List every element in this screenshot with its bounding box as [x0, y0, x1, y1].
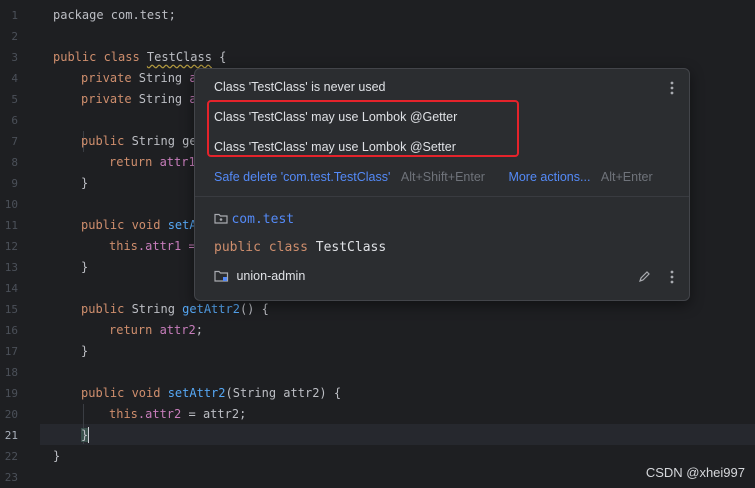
- more-actions-link[interactable]: More actions...: [508, 170, 590, 184]
- brace: }: [81, 260, 89, 274]
- code-line-12[interactable]: this.attr1 =: [109, 236, 196, 257]
- line-number: 15: [4, 303, 18, 316]
- punctuation: (String attr2) {: [225, 386, 342, 400]
- punctuation: ;: [195, 323, 203, 337]
- field: attr2: [159, 323, 196, 337]
- kebab-menu-icon[interactable]: [670, 81, 674, 97]
- line-number: 7: [11, 135, 18, 148]
- keyword: public void: [81, 386, 168, 400]
- line-number: 20: [4, 408, 18, 421]
- keyword: this: [109, 407, 138, 421]
- code-line-3[interactable]: public class TestClass {: [53, 47, 226, 68]
- line-number: 3: [11, 51, 18, 64]
- line-number: 2: [11, 30, 18, 43]
- action-lombok-getter[interactable]: Class 'TestClass' may use Lombok @Getter: [214, 110, 457, 124]
- line-number: 6: [11, 114, 18, 127]
- brace: }: [81, 344, 89, 358]
- package-folder-icon: [214, 212, 228, 227]
- keyword: public class: [53, 50, 147, 64]
- line-number: 23: [4, 471, 18, 484]
- brace: }: [53, 449, 61, 463]
- code-line-15[interactable]: public String getAttr2() {: [81, 299, 269, 320]
- line-number: 4: [11, 72, 18, 85]
- package-row[interactable]: com.test: [214, 212, 294, 227]
- line-number-gutter: 1 2 3 4 5 6 7 8 9 10 11 12 13 14 15 16 17 18 19 20 21 22 23: [0, 0, 40, 488]
- line-number: 16: [4, 324, 18, 337]
- keyword: public void: [81, 218, 168, 232]
- code-line-4[interactable]: private String a: [81, 68, 197, 89]
- module-name: union-admin: [236, 269, 306, 284]
- inspection-popup[interactable]: Class 'TestClass' is never used Class 'T…: [194, 68, 690, 301]
- keyword: private: [81, 92, 139, 106]
- code-line-9[interactable]: }: [81, 173, 88, 194]
- line-number: 22: [4, 450, 18, 463]
- code-line-16[interactable]: return attr2;: [109, 320, 203, 341]
- line-number: 1: [11, 9, 18, 22]
- field: .attr1 =: [137, 239, 196, 253]
- keyword: return: [109, 155, 160, 169]
- code-line-22[interactable]: }: [53, 446, 60, 467]
- keyword: private: [81, 71, 139, 85]
- line-number: 21: [4, 429, 18, 442]
- line-number: 17: [4, 345, 18, 358]
- type: String: [138, 71, 190, 85]
- pencil-icon[interactable]: [638, 270, 651, 286]
- line-number: 19: [4, 387, 18, 400]
- code-line-13[interactable]: }: [81, 257, 88, 278]
- punctuation: () {: [239, 302, 269, 316]
- code-line-1[interactable]: package com.test;: [53, 5, 176, 26]
- watermark: CSDN @xhei997: [645, 465, 745, 480]
- text-caret: [88, 427, 89, 443]
- code-line-5[interactable]: private String a: [81, 89, 197, 110]
- line-number: 10: [4, 198, 18, 211]
- keyword: public: [81, 302, 132, 316]
- package-statement: package com.test;: [53, 8, 176, 22]
- line-number: 14: [4, 282, 18, 295]
- brace: {: [211, 50, 227, 64]
- declaration-menu-icon[interactable]: [670, 270, 674, 286]
- keyword: return: [109, 323, 160, 337]
- line-number: 5: [11, 93, 18, 106]
- line-number: 8: [11, 156, 18, 169]
- class-name-warning[interactable]: TestClass: [147, 50, 212, 64]
- code-line-8[interactable]: return attr1: [109, 152, 196, 173]
- method-signature: String ge: [131, 134, 197, 148]
- code-line-17[interactable]: }: [81, 341, 88, 362]
- declaration-row: public class TestClass: [214, 240, 386, 255]
- action-lombok-setter[interactable]: Class 'TestClass' may use Lombok @Setter: [214, 140, 456, 154]
- keyword: public: [81, 134, 132, 148]
- field: attr1: [159, 155, 196, 169]
- declaration-keyword: public class: [214, 240, 316, 255]
- line-number: 13: [4, 261, 18, 274]
- field: .attr2: [137, 407, 182, 421]
- inspection-warning: Class 'TestClass' is never used: [214, 80, 386, 94]
- code-line-7[interactable]: public String ge: [81, 131, 197, 152]
- punctuation: = attr2;: [181, 407, 247, 421]
- type: String: [131, 302, 183, 316]
- method-name: setAttr2: [167, 386, 226, 400]
- module-folder-icon: [214, 269, 229, 285]
- keyword: this: [109, 239, 138, 253]
- line-number: 9: [11, 177, 18, 190]
- quick-fix-row: Safe delete 'com.test.TestClass' Alt+Shi…: [214, 170, 653, 184]
- line-number: 12: [4, 240, 18, 253]
- code-line-19[interactable]: public void setAttr2(String attr2) {: [81, 383, 341, 404]
- method-name: setA: [167, 218, 197, 232]
- module-row[interactable]: union-admin: [214, 269, 305, 285]
- more-actions-shortcut: Alt+Enter: [600, 170, 653, 184]
- method-name: getAttr2: [182, 302, 240, 316]
- safe-delete-shortcut: Alt+Shift+Enter: [400, 170, 485, 184]
- type: String: [138, 92, 190, 106]
- line-number: 11: [4, 219, 18, 232]
- line-number: 18: [4, 366, 18, 379]
- declaration-class-name: TestClass: [315, 240, 387, 255]
- code-line-11[interactable]: public void setA: [81, 215, 197, 236]
- code-line-20[interactable]: this.attr2 = attr2;: [109, 404, 246, 425]
- package-name: com.test: [231, 212, 295, 227]
- current-line-highlight: [40, 424, 755, 445]
- brace: }: [81, 176, 89, 190]
- safe-delete-link[interactable]: Safe delete 'com.test.TestClass': [214, 170, 390, 184]
